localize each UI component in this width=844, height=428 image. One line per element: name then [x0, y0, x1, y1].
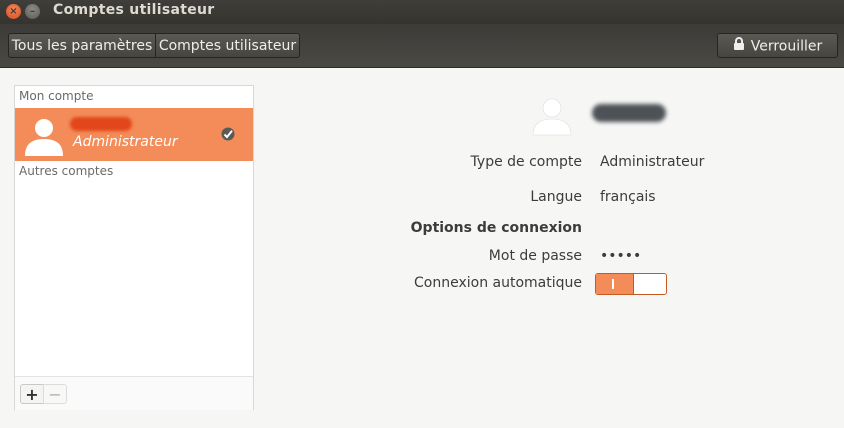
breadcrumb-user-accounts[interactable]: Comptes utilisateur: [155, 33, 300, 58]
remove-user-button[interactable]: −: [43, 384, 67, 404]
title-bar: × – Comptes utilisateur: [0, 0, 844, 24]
account-role: Administrateur: [73, 134, 178, 150]
minimize-window-button[interactable]: –: [25, 4, 40, 19]
user-icon: [23, 114, 65, 160]
autologin-toggle[interactable]: [595, 273, 667, 295]
accounts-list-panel: Mon compte Administrateur Autres comptes…: [14, 85, 254, 410]
window-title: Comptes utilisateur: [53, 2, 215, 18]
my-account-header: Mon compte: [19, 89, 94, 103]
selected-account-row[interactable]: Administrateur: [15, 108, 253, 161]
close-window-button[interactable]: ×: [6, 4, 21, 19]
login-options-header: Options de connexion: [410, 220, 582, 236]
check-icon: [221, 127, 235, 141]
password-label: Mot de passe: [488, 248, 582, 264]
toggle-on-mark: [612, 279, 614, 289]
user-name-redacted[interactable]: [592, 104, 666, 122]
lock-label: Verrouiller: [750, 38, 823, 55]
list-actions: + −: [15, 376, 253, 410]
password-value[interactable]: •••••: [600, 248, 641, 264]
minimize-icon: –: [30, 6, 35, 17]
language-value[interactable]: français: [600, 189, 656, 205]
other-accounts-header: Autres comptes: [19, 164, 114, 178]
account-name-redacted: [70, 117, 132, 131]
toolbar: Tous les paramètres Comptes utilisateur …: [0, 24, 844, 68]
toggle-knob[interactable]: [634, 274, 666, 294]
language-label: Langue: [530, 189, 582, 205]
user-avatar-icon[interactable]: [531, 95, 573, 141]
autologin-label: Connexion automatique: [414, 275, 582, 291]
toggle-on-state: [596, 274, 634, 294]
add-user-button[interactable]: +: [20, 384, 44, 404]
lock-icon: [733, 34, 745, 59]
account-type-label: Type de compte: [470, 154, 582, 170]
close-icon: ×: [9, 6, 18, 17]
breadcrumb-all-settings[interactable]: Tous les paramètres: [8, 33, 156, 58]
account-type-value[interactable]: Administrateur: [600, 154, 704, 170]
lock-button[interactable]: Verrouiller: [717, 33, 838, 58]
